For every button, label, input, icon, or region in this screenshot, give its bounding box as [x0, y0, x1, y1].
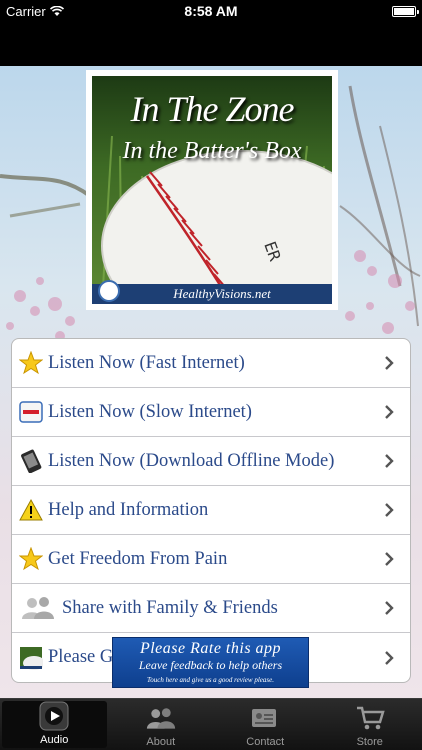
tab-about[interactable]: About [109, 699, 214, 750]
cover-footer-text: HealthyVisions.net [173, 286, 271, 301]
star-icon [18, 546, 44, 572]
cover-subtitle: In the Batter's Box [122, 138, 302, 164]
chevron-right-icon [385, 405, 394, 419]
menu-list: Listen Now (Fast Internet) Listen Now (S… [11, 338, 411, 683]
menu-item-label: Get Freedom From Pain [48, 548, 228, 569]
battery-icon [392, 5, 419, 17]
tab-label: Contact [246, 736, 285, 748]
people-icon [18, 595, 58, 621]
status-right [392, 5, 419, 17]
menu-item-help[interactable]: Help and Information [12, 486, 410, 535]
carrier-label: Carrier [6, 3, 46, 19]
menu-item-listen-offline[interactable]: Listen Now (Download Offline Mode) [12, 437, 410, 486]
album-cover: ER In The Zone In the Batter's Box Healt… [86, 70, 338, 310]
contact-card-icon [250, 703, 280, 733]
star-icon [18, 350, 44, 376]
chevron-right-icon [385, 503, 394, 517]
phone-icon [18, 448, 44, 474]
tab-contact[interactable]: Contact [213, 699, 318, 750]
album-art: ER In The Zone In the Batter's Box Healt… [92, 76, 332, 304]
chevron-right-icon [385, 601, 394, 615]
tab-bar: Audio About Contact Store [0, 698, 422, 750]
menu-item-label: Listen Now (Slow Internet) [48, 401, 252, 422]
people-icon [146, 703, 176, 733]
battery-level [394, 7, 414, 15]
chevron-right-icon [385, 356, 394, 370]
menu-item-share[interactable]: Share with Family & Friends [12, 584, 410, 633]
wifi-icon [49, 5, 64, 16]
album-thumbnail-icon [18, 645, 44, 671]
nav-bar [0, 22, 422, 66]
cart-icon [355, 703, 385, 733]
menu-item-label: Listen Now (Fast Internet) [48, 352, 245, 373]
no-entry-icon [18, 399, 44, 425]
rate-banner-title: Please Rate this app [139, 640, 282, 657]
menu-item-label: Share with Family & Friends [62, 597, 278, 618]
healthy-visions-logo-icon [98, 280, 120, 302]
menu-item-label: Help and Information [48, 499, 209, 520]
chevron-right-icon [385, 552, 394, 566]
status-left: Carrier [6, 4, 64, 19]
menu-item-freedom-from-pain[interactable]: Get Freedom From Pain [12, 535, 410, 584]
audio-play-icon [39, 701, 69, 731]
chevron-right-icon [385, 650, 394, 665]
menu-item-listen-fast[interactable]: Listen Now (Fast Internet) [12, 339, 410, 388]
cover-footer: HealthyVisions.net [92, 284, 332, 304]
warning-icon [18, 497, 44, 523]
tab-label: About [146, 736, 176, 748]
cover-title: In The Zone [130, 89, 295, 129]
menu-item-label: Listen Now (Download Offline Mode) [48, 450, 335, 471]
status-bar: Carrier 8:58 AM [0, 0, 422, 22]
rate-app-banner[interactable]: Please Rate this app Leave feedback to h… [112, 637, 309, 688]
tab-audio[interactable]: Audio [2, 701, 107, 748]
tab-label: Store [356, 736, 383, 748]
chevron-right-icon [385, 454, 394, 468]
rate-banner-small-text: Touch here and give us a good review ple… [147, 676, 274, 684]
tab-store[interactable]: Store [318, 699, 422, 750]
menu-item-listen-slow[interactable]: Listen Now (Slow Internet) [12, 388, 410, 437]
tab-label: Audio [40, 734, 69, 746]
rate-banner-subtitle: Leave feedback to help others [138, 658, 283, 672]
